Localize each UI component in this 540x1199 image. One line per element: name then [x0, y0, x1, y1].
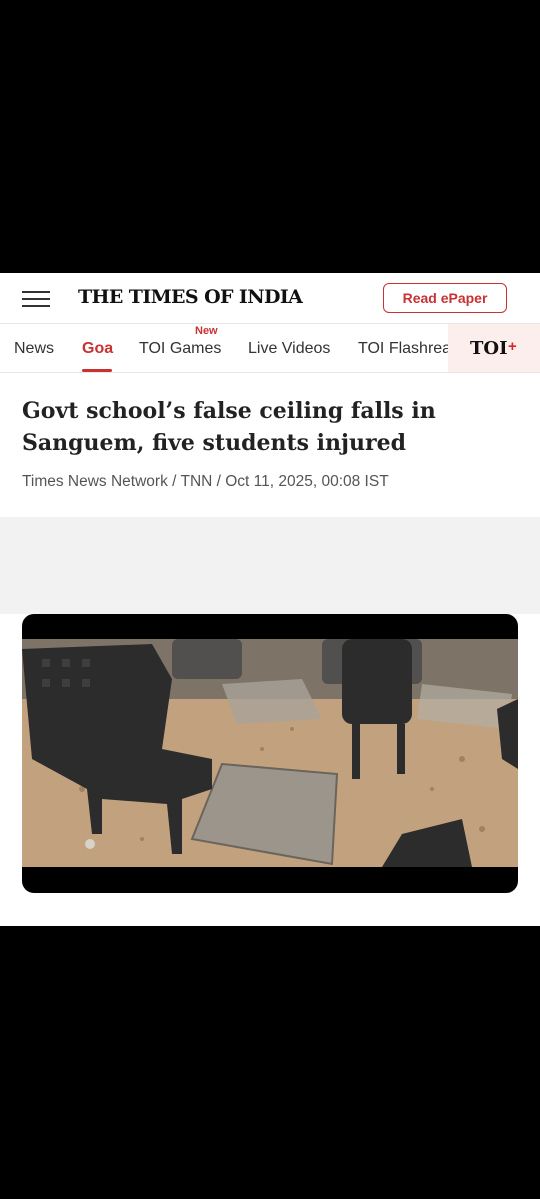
article-headline: Govt school’s false ceiling falls in San…	[22, 398, 436, 456]
classroom-debris-image	[22, 639, 518, 867]
article-byline: Times News Network / TNN / Oct 11, 2025,…	[22, 473, 389, 490]
top-header: THE TIMES OF INDIA Read ePaper	[0, 273, 540, 324]
toi-plus-label: TOI	[470, 338, 508, 359]
nav-item-toi-games[interactable]: TOI Games	[139, 340, 221, 358]
nav-item-news[interactable]: News	[14, 340, 54, 358]
article-video-player[interactable]	[22, 614, 518, 893]
ad-placeholder	[0, 517, 540, 614]
video-frame-image	[22, 639, 518, 867]
hamburger-menu-icon[interactable]	[22, 291, 50, 309]
active-tab-indicator	[82, 369, 112, 372]
toi-plus-button[interactable]: TOI +	[448, 324, 540, 372]
read-epaper-button[interactable]: Read ePaper	[383, 283, 507, 313]
new-badge: New	[195, 325, 218, 337]
nav-item-live-videos[interactable]: Live Videos	[248, 340, 330, 358]
nav-item-goa[interactable]: Goa	[82, 340, 113, 358]
site-logo[interactable]: THE TIMES OF INDIA	[78, 286, 303, 308]
page-screen: THE TIMES OF INDIA Read ePaper News Goa …	[0, 273, 540, 926]
plus-icon: +	[508, 338, 517, 355]
